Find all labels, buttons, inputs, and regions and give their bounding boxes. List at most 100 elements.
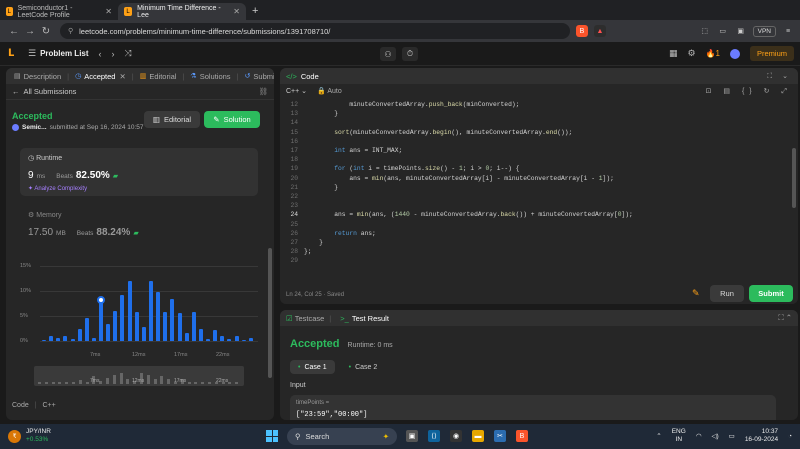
chart-bar[interactable] <box>149 281 153 341</box>
notification-bell-icon[interactable]: ◔ <box>788 433 792 440</box>
chart-bar[interactable] <box>106 323 111 341</box>
copilot-icon[interactable]: ◉ <box>450 430 462 442</box>
shuffle-icon[interactable]: ⤨ <box>125 48 132 59</box>
close-icon[interactable]: ✕ <box>225 7 240 16</box>
forward-arrow-icon[interactable]: → <box>22 26 38 37</box>
task-view-icon[interactable]: ▣ <box>406 430 418 442</box>
tab-editorial[interactable]: ▥ Editorial <box>136 72 181 81</box>
reload-icon[interactable]: ↻ <box>38 26 54 37</box>
editorial-button[interactable]: ▥ Editorial <box>144 111 200 128</box>
chart-bar[interactable] <box>241 339 246 341</box>
code-line[interactable]: 17 int ans = INT_MAX; <box>280 146 402 155</box>
scrollbar[interactable] <box>268 248 272 378</box>
code-line[interactable]: 26 return ans; <box>280 229 375 238</box>
premium-button[interactable]: Premium <box>749 46 794 61</box>
volume-icon[interactable]: ◁) <box>711 432 718 440</box>
chart-bar[interactable] <box>127 280 132 341</box>
timer-icon[interactable]: ⏱ <box>402 47 418 61</box>
submit-button[interactable]: Submit <box>749 285 793 302</box>
notes-icon[interactable]: ✎ <box>692 288 700 299</box>
run-button[interactable]: Run <box>710 285 744 302</box>
your-submission-marker[interactable] <box>97 295 106 304</box>
chart-bar[interactable] <box>42 339 46 341</box>
chart-bar[interactable] <box>84 318 89 341</box>
chevron-up-icon[interactable]: ⌃ <box>656 432 661 440</box>
code-line[interactable]: 29 <box>280 256 304 265</box>
chart-bar[interactable] <box>206 338 211 341</box>
editor-tool-icons[interactable]: ⊡ ▤ {} ↻ ⤢ <box>706 87 792 96</box>
chart-bar[interactable] <box>91 338 96 341</box>
code-line[interactable]: 13 } <box>280 109 338 118</box>
chart-bar[interactable] <box>99 300 104 341</box>
runtime-distribution-chart[interactable]: 15% 10% 5% 0% 7ms 12ms 17ms 22ms <box>20 258 258 358</box>
code-line[interactable]: 12 minuteConvertedArray.push_back(minCon… <box>280 100 519 109</box>
language-select[interactable]: C++ ⌄ <box>286 87 307 95</box>
tab-description[interactable]: ▤ Description <box>10 72 65 81</box>
next-problem-icon[interactable]: › <box>112 49 115 59</box>
code-line[interactable]: 20 ans = min(ans, minuteConvertedArray[i… <box>280 174 613 183</box>
vpn-button[interactable]: VPN <box>752 25 776 37</box>
case-tab-2[interactable]: • Case 2 <box>341 360 386 374</box>
tab-test-result[interactable]: >_ Test Result <box>340 314 389 323</box>
clock[interactable]: 10:37 16-09-2024 <box>745 428 778 444</box>
browser-tab-problem[interactable]: L Minimum Time Difference - Lee ✕ <box>118 3 246 20</box>
chart-bar[interactable] <box>220 336 225 341</box>
tab-solutions[interactable]: ⚗ Solutions <box>186 72 234 81</box>
back-arrow-icon[interactable]: ← <box>6 26 22 37</box>
runtime-card[interactable]: ◷ Runtime 9 ms Beats 82.50% ▰ ✦ Analyze … <box>20 148 258 196</box>
chart-bar[interactable] <box>134 311 139 341</box>
code-line[interactable]: 24 ans = min(ans, (1440 - minuteConverte… <box>280 210 632 219</box>
code-line[interactable]: 15 sort(minuteConvertedArray.begin(), mi… <box>280 128 572 137</box>
chart-bar[interactable] <box>141 327 146 341</box>
chart-bar[interactable] <box>63 335 68 341</box>
battery-icon[interactable]: ▭ <box>729 432 735 440</box>
language-indicator[interactable]: ENG IN <box>672 428 686 444</box>
distribution-range-slider[interactable]: 7ms 12ms 17ms 22ms <box>34 366 244 386</box>
brave-browser-icon[interactable]: B <box>516 430 528 442</box>
chart-bar[interactable] <box>198 329 203 341</box>
streak-counter[interactable]: 🔥1 <box>706 49 720 58</box>
chart-bar[interactable] <box>177 313 182 341</box>
problem-list-link[interactable]: Problem List <box>40 49 88 58</box>
chart-bar[interactable] <box>113 311 118 341</box>
chart-bar[interactable] <box>234 336 239 341</box>
code-editor[interactable]: 12 minuteConvertedArray.push_back(minCon… <box>280 100 790 290</box>
code-line[interactable]: 19 for (int i = timePoints.size() - 1; i… <box>280 164 519 173</box>
chart-bar[interactable] <box>184 332 189 341</box>
chart-bar[interactable] <box>49 336 54 341</box>
close-icon[interactable]: ✕ <box>97 7 112 16</box>
analyze-complexity-link[interactable]: ✦ Analyze Complexity <box>28 185 87 192</box>
case-tab-1[interactable]: • Case 1 <box>290 360 335 374</box>
extensions-puzzle-icon[interactable]: ⬚ <box>699 25 711 37</box>
auto-mode-toggle[interactable]: 🔒 Auto <box>317 87 342 95</box>
wallet-icon[interactable]: ▣ <box>735 25 747 37</box>
layout-grid-icon[interactable]: ▦ <box>669 48 678 59</box>
chart-bar[interactable] <box>56 338 61 341</box>
brave-shield-icon[interactable]: B <box>576 25 588 37</box>
code-line[interactable]: 23 <box>280 201 304 210</box>
windows-start-icon[interactable] <box>266 430 278 442</box>
code-line[interactable]: 27 } <box>280 238 322 247</box>
chart-bar[interactable] <box>163 311 168 341</box>
solution-button[interactable]: ✎ Solution <box>204 111 260 128</box>
debug-icon[interactable]: ⚇ <box>380 47 396 61</box>
vscode-icon[interactable]: ⟨⟩ <box>428 430 440 442</box>
chart-bar[interactable] <box>120 295 125 341</box>
chart-bar[interactable] <box>70 338 75 341</box>
code-line[interactable]: 14 <box>280 118 304 127</box>
chart-bar[interactable] <box>77 329 82 341</box>
settings-gear-icon[interactable]: ⚙ <box>687 48 695 59</box>
prev-problem-icon[interactable]: ‹ <box>99 49 102 59</box>
user-avatar[interactable] <box>729 48 740 59</box>
stock-widget[interactable]: ₹ JPY/INR +0.53% <box>8 428 51 444</box>
code-line[interactable]: 22 <box>280 192 304 201</box>
file-explorer-icon[interactable]: ▬ <box>472 430 484 442</box>
chart-bar[interactable] <box>191 312 196 341</box>
panel-controls[interactable]: ⛶ ⌄ <box>767 72 792 81</box>
tab-submissions[interactable]: ↺Submission <box>241 72 274 81</box>
code-line[interactable]: 16 <box>280 137 304 146</box>
chart-bar[interactable] <box>170 298 175 341</box>
chart-bar[interactable] <box>227 338 232 341</box>
memory-card[interactable]: ⚙ Memory 17.50 MB Beats 88.24% ▰ <box>28 211 139 238</box>
brave-rewards-icon[interactable]: ▲ <box>594 25 606 37</box>
